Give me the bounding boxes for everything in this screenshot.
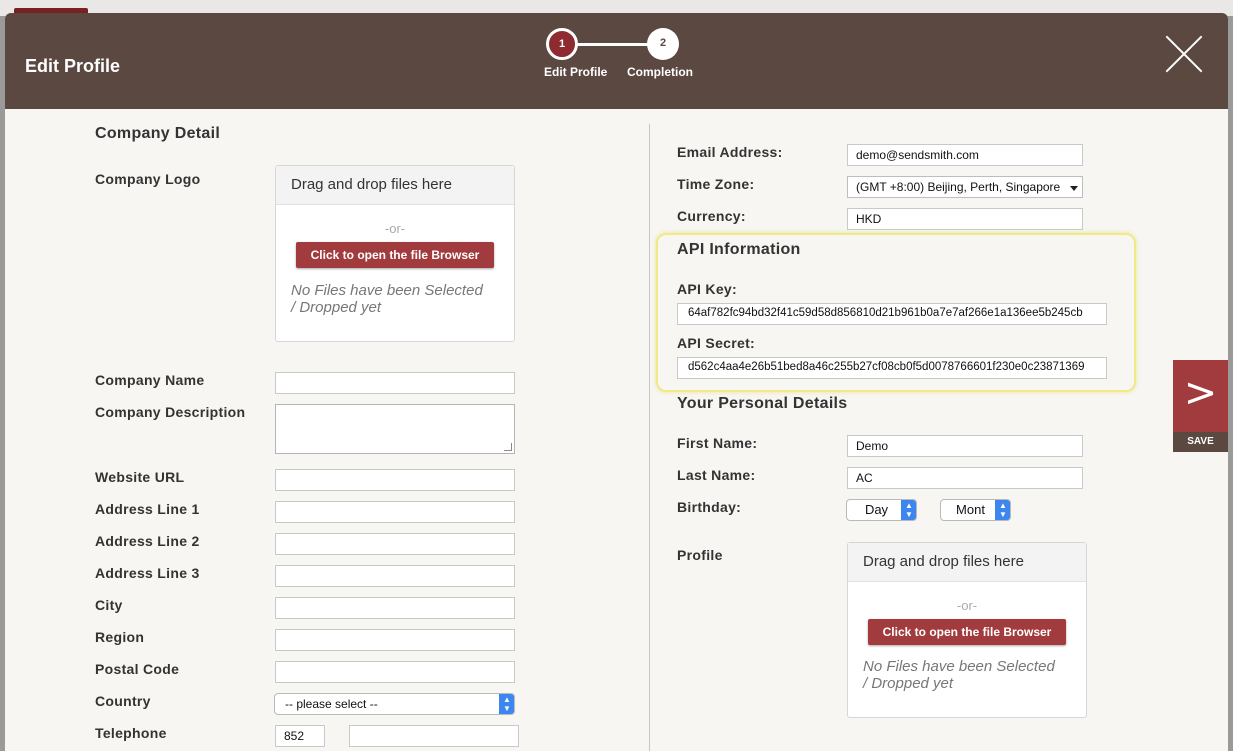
- save-label: SAVE: [1173, 432, 1228, 452]
- email-input[interactable]: demo@sendsmith.com: [847, 144, 1083, 166]
- dropzone-or: -or-: [384, 221, 406, 236]
- up-down-stepper-icon: ▲ ▼: [499, 694, 514, 714]
- personal-details-title: Your Personal Details: [677, 395, 848, 412]
- company-detail-title: Company Detail: [95, 125, 221, 142]
- dropzone-heading: Drag and drop files here: [848, 543, 1086, 582]
- last-name-input[interactable]: AC: [847, 467, 1083, 489]
- website-url-input[interactable]: [275, 469, 515, 491]
- profile-dropzone[interactable]: Drag and drop files here -or- Click to o…: [847, 542, 1087, 718]
- address-line-3-input[interactable]: [275, 565, 515, 587]
- dropzone-empty-text: No Files have been Selected / Dropped ye…: [291, 282, 483, 316]
- chevron-right-icon: >: [1183, 370, 1218, 416]
- city-input[interactable]: [275, 597, 515, 619]
- address-line-1-label: Address Line 1: [95, 501, 200, 517]
- first-name-input[interactable]: Demo: [847, 435, 1083, 457]
- api-information-title: API Information: [677, 241, 801, 258]
- api-secret-label: API Secret:: [677, 335, 755, 351]
- last-name-label: Last Name:: [677, 467, 756, 483]
- api-key-label: API Key:: [677, 281, 737, 297]
- birthday-month-select[interactable]: Mont ▲ ▼: [940, 499, 1011, 521]
- region-input[interactable]: [275, 629, 515, 651]
- address-line-2-input[interactable]: [275, 533, 515, 555]
- company-description-textarea[interactable]: [275, 404, 515, 454]
- address-line-3-label: Address Line 3: [95, 565, 200, 581]
- company-name-label: Company Name: [95, 372, 205, 388]
- postal-code-label: Postal Code: [95, 661, 180, 677]
- company-logo-dropzone[interactable]: Drag and drop files here -or- Click to o…: [275, 165, 515, 342]
- city-label: City: [95, 597, 123, 613]
- dropzone-heading: Drag and drop files here: [276, 166, 514, 205]
- currency-input[interactable]: HKD: [847, 208, 1083, 230]
- telephone-number-input[interactable]: [349, 725, 519, 747]
- company-description-label: Company Description: [95, 404, 246, 420]
- address-line-2-label: Address Line 2: [95, 533, 200, 549]
- currency-label: Currency:: [677, 208, 746, 224]
- dropzone-empty-text: No Files have been Selected / Dropped ye…: [863, 658, 1055, 692]
- column-divider: [649, 124, 650, 751]
- country-select[interactable]: -- please select -- ▲ ▼: [274, 693, 515, 715]
- close-icon[interactable]: [1165, 35, 1203, 73]
- company-logo-browse-button[interactable]: Click to open the file Browser: [296, 242, 494, 268]
- address-line-1-input[interactable]: [275, 501, 515, 523]
- step-2-label: Completion: [627, 65, 693, 79]
- company-name-input[interactable]: [275, 372, 515, 394]
- postal-code-input[interactable]: [275, 661, 515, 683]
- timezone-select[interactable]: (GMT +8:00) Beijing, Perth, Singapore: [847, 176, 1083, 198]
- step-1-label: Edit Profile: [544, 65, 608, 79]
- dropzone-or: -or-: [956, 598, 978, 613]
- chevron-down-icon: [1070, 186, 1078, 191]
- modal-title: Edit Profile: [25, 56, 121, 76]
- api-key-input[interactable]: 64af782fc94bd32f41c59d58d856810d21b961b0…: [677, 303, 1107, 325]
- telephone-label: Telephone: [95, 725, 167, 741]
- website-url-label: Website URL: [95, 469, 185, 485]
- timezone-label: Time Zone:: [677, 176, 755, 192]
- modal-header: Edit Profile 1 2 Edit Profile Completion: [5, 13, 1228, 109]
- company-logo-label: Company Logo: [95, 171, 201, 187]
- up-down-stepper-icon: ▲ ▼: [901, 500, 916, 520]
- birthday-label: Birthday:: [677, 499, 742, 515]
- profile-browse-button[interactable]: Click to open the file Browser: [868, 619, 1066, 645]
- region-label: Region: [95, 629, 145, 645]
- profile-label: Profile: [677, 547, 723, 563]
- first-name-label: First Name:: [677, 435, 758, 451]
- up-down-stepper-icon: ▲ ▼: [995, 500, 1010, 520]
- api-secret-input[interactable]: d562c4aa4e26b51bed8a46c255b27cf08cb0f5d0…: [677, 357, 1107, 379]
- edit-profile-modal: Edit Profile 1 2 Edit Profile Completion…: [5, 13, 1228, 751]
- step-2-indicator: 2: [647, 28, 679, 60]
- birthday-day-select[interactable]: Day ▲ ▼: [846, 499, 917, 521]
- save-button[interactable]: > SAVE: [1173, 360, 1228, 452]
- email-label: Email Address:: [677, 144, 783, 160]
- step-1-indicator: 1: [546, 28, 578, 60]
- country-label: Country: [95, 693, 151, 709]
- resize-handle-icon[interactable]: [504, 443, 512, 451]
- telephone-code-input[interactable]: 852: [275, 725, 325, 747]
